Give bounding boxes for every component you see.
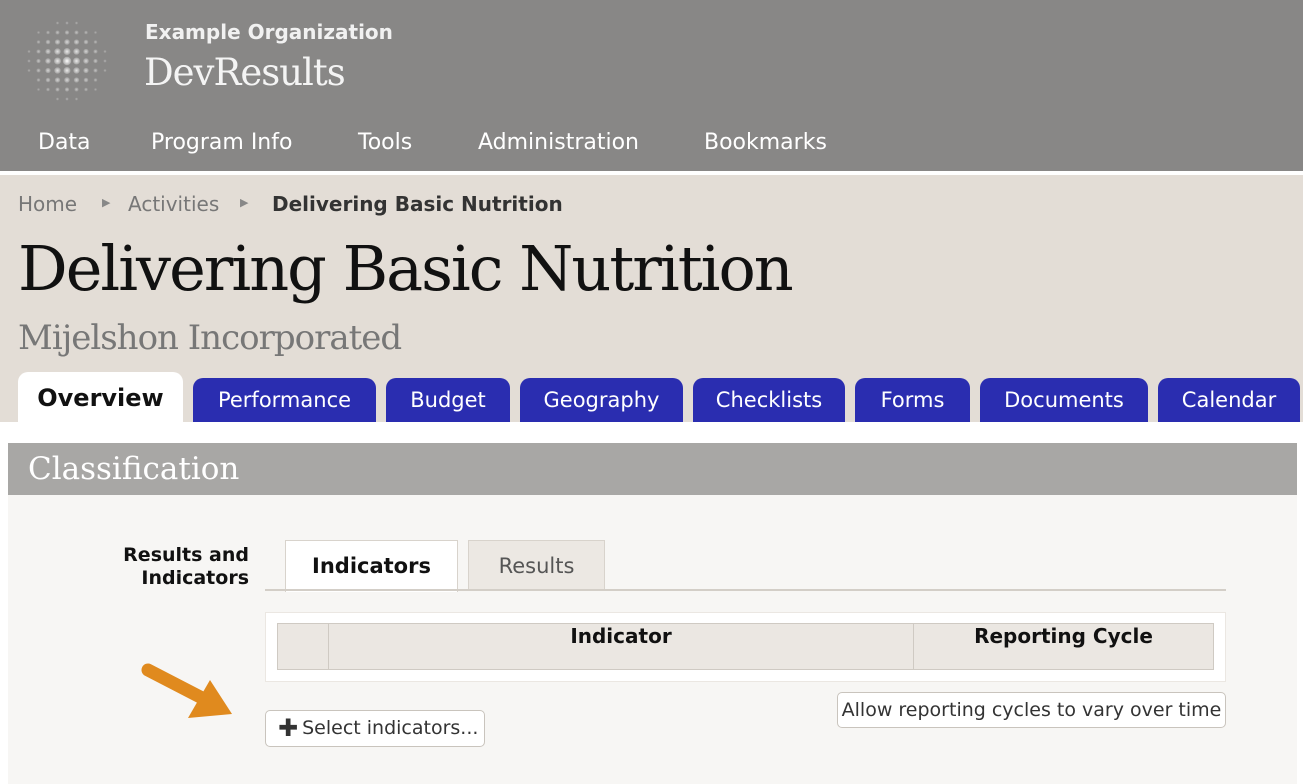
app-name: DevResults [144, 51, 346, 94]
tab-checklists[interactable]: Checklists [693, 378, 845, 422]
organization-name: Example Organization [145, 20, 393, 44]
breadcrumb-home[interactable]: Home [18, 192, 77, 216]
header-divider [0, 171, 1303, 175]
nav-item-tools[interactable]: Tools [358, 130, 412, 155]
breadcrumb-activities[interactable]: Activities [128, 192, 219, 216]
tab-calendar[interactable]: Calendar [1158, 378, 1300, 422]
nav-item-data[interactable]: Data [38, 130, 91, 155]
tab-documents[interactable]: Documents [980, 378, 1148, 422]
select-indicators-label: Select indicators... [302, 717, 479, 739]
results-indicators-label: Results and Indicators [123, 544, 249, 589]
classification-title: Classification [28, 451, 240, 487]
column-header-indicator[interactable]: Indicator [329, 624, 914, 669]
allow-reporting-cycles-button[interactable]: Allow reporting cycles to vary over time [837, 692, 1226, 728]
page-subtitle: Mijelshon Incorporated [18, 318, 402, 358]
subtab-divider [265, 589, 1226, 591]
triangle-right-icon: ▶ [102, 196, 111, 209]
plus-icon: ✚ [278, 714, 299, 742]
select-indicators-button[interactable]: ✚ Select indicators... [265, 710, 485, 747]
devresults-logo-icon[interactable] [22, 16, 112, 106]
tab-budget[interactable]: Budget [386, 378, 510, 422]
tab-overview[interactable]: Overview [18, 372, 183, 424]
breadcrumb-current: Delivering Basic Nutrition [272, 192, 563, 216]
tab-performance[interactable]: Performance [193, 378, 376, 422]
page-title: Delivering Basic Nutrition [18, 232, 794, 305]
tab-geography[interactable]: Geography [520, 378, 683, 422]
nav-item-program-info[interactable]: Program Info [151, 130, 292, 155]
subtab-indicators[interactable]: Indicators [285, 540, 458, 592]
tab-forms[interactable]: Forms [855, 378, 970, 422]
indicator-grid-header: Indicator Reporting Cycle [277, 623, 1214, 670]
column-header-reporting-cycle[interactable]: Reporting Cycle [914, 624, 1213, 669]
subtab-results[interactable]: Results [468, 540, 605, 591]
arrow-icon [141, 663, 232, 718]
nav-item-bookmarks[interactable]: Bookmarks [704, 130, 827, 155]
app-header: Example Organization DevResults Data Pro… [0, 0, 1303, 171]
column-header-select [278, 624, 329, 669]
main-navigation: Data Program Info Tools Administration B… [0, 126, 1303, 171]
nav-item-administration[interactable]: Administration [478, 130, 639, 155]
triangle-right-icon: ▶ [240, 196, 249, 209]
